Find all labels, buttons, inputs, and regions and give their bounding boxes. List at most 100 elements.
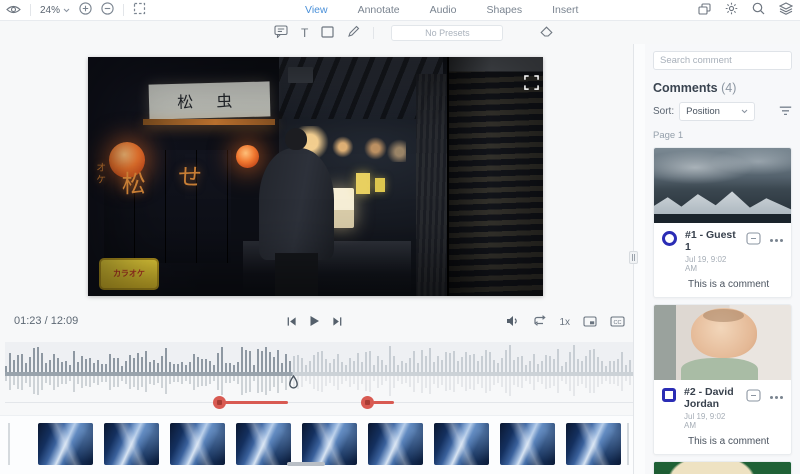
pages-button[interactable] <box>698 3 711 18</box>
rectangle-icon <box>321 26 334 41</box>
zoom-in-icon <box>79 2 92 18</box>
skip-next-button[interactable] <box>332 315 343 330</box>
comment-2-text: This is a comment <box>688 436 783 447</box>
air-conditioner <box>288 67 313 84</box>
ellipsis-icon <box>770 239 773 242</box>
zoom-level-dropdown[interactable]: 24% <box>40 5 70 16</box>
comment-1-more-button[interactable] <box>770 239 783 242</box>
video-fullscreen-button[interactable] <box>516 68 531 83</box>
loop-icon <box>532 315 546 330</box>
marquee-select-button[interactable] <box>133 2 146 18</box>
pen-tool-button[interactable] <box>347 25 360 41</box>
filmstrip-frame[interactable] <box>500 423 555 465</box>
comment-3-thumbnail[interactable] <box>654 462 791 474</box>
zoom-in-button[interactable] <box>79 2 92 18</box>
zoom-out-icon <box>101 2 114 18</box>
tab-audio[interactable]: Audio <box>430 4 457 16</box>
filmstrip-frame[interactable] <box>104 423 159 465</box>
filmstrip-frame[interactable] <box>302 423 357 465</box>
sort-select[interactable]: Position <box>679 102 755 121</box>
comment-card-1[interactable]: #1 - Guest 1 Jul 19, 9:02 AM This is a c… <box>653 147 792 298</box>
filter-button[interactable] <box>779 104 792 119</box>
eraser-tool-button[interactable] <box>540 26 553 41</box>
rectangle-tool-button[interactable] <box>321 26 334 41</box>
playhead-marker[interactable] <box>288 375 299 394</box>
captions-button[interactable]: CC <box>610 315 625 330</box>
noren-curtain: 松 せ <box>104 150 231 262</box>
text-tool-button[interactable]: T <box>301 27 308 39</box>
panel-resize-handle[interactable] <box>629 251 638 264</box>
filmstrip-frame[interactable] <box>368 423 423 465</box>
comment-card-3[interactable] <box>653 461 792 474</box>
skip-previous-button[interactable] <box>286 315 297 330</box>
filmstrip-frame[interactable] <box>170 423 225 465</box>
loop-button[interactable] <box>532 315 546 330</box>
comment-marker-track[interactable] <box>5 396 633 411</box>
cc-icon: CC <box>610 315 625 330</box>
waveform-panel[interactable] <box>5 342 633 399</box>
page-label: Page 1 <box>653 130 792 141</box>
comments-title: Comments <box>653 81 718 95</box>
video-canvas[interactable]: 松 虫 松 せ オケ カラオケ <box>88 57 543 296</box>
comment-2-reply-button[interactable] <box>746 389 761 405</box>
comment-2-more-button[interactable] <box>770 396 783 399</box>
right-shutter-door <box>447 57 543 296</box>
comment-1-thumbnail[interactable] <box>654 148 791 223</box>
settings-button[interactable] <box>725 2 738 18</box>
comment-1-info: #1 - Guest 1 Jul 19, 9:02 AM This is a c… <box>654 223 791 297</box>
comment-1-range[interactable] <box>223 401 288 404</box>
shop-sign-text: 松 虫 <box>177 88 242 114</box>
zoom-out-button[interactable] <box>101 2 114 18</box>
play-button[interactable] <box>309 315 320 330</box>
layers-button[interactable] <box>779 2 793 18</box>
noren-character-2: せ <box>177 156 203 192</box>
svg-text:CC: CC <box>613 320 621 326</box>
skip-previous-icon <box>286 315 297 330</box>
layers-icon <box>779 2 793 18</box>
walking-man-head <box>285 128 308 151</box>
sort-value: Position <box>686 106 720 117</box>
pages-icon <box>698 3 711 18</box>
shop-sign: 松 虫 <box>149 82 270 120</box>
filmstrip-frame[interactable] <box>434 423 489 465</box>
app-actions <box>698 0 793 20</box>
walking-man-body <box>259 148 334 260</box>
comment-2-marker[interactable] <box>361 396 374 409</box>
search-button[interactable] <box>752 2 765 18</box>
playback-speed-button[interactable]: 1x <box>559 317 570 328</box>
filmstrip-frame[interactable] <box>38 423 93 465</box>
tab-bar: View Annotate Audio Shapes Insert <box>305 0 578 20</box>
time-display: 01:23 / 12:09 <box>14 315 78 327</box>
comment-1-reply-button[interactable] <box>746 232 761 248</box>
comment-2-title: #2 - David Jordan <box>684 386 738 410</box>
presets-dropdown[interactable]: No Presets <box>391 25 503 41</box>
comments-count: (4) <box>721 81 736 95</box>
comments-heading: Comments (4) <box>653 81 792 95</box>
sort-row: Sort: Position <box>653 102 792 121</box>
visibility-toggle-button[interactable] <box>6 3 21 18</box>
play-icon <box>309 315 320 330</box>
comment-1-marker[interactable] <box>213 396 226 409</box>
tab-insert[interactable]: Insert <box>552 4 578 16</box>
tab-shapes[interactable]: Shapes <box>486 4 522 16</box>
comment-1-date: Jul 19, 9:02 AM <box>685 255 738 273</box>
search-comment-input[interactable] <box>653 51 792 70</box>
pip-button[interactable] <box>583 315 597 330</box>
comment-tool-button[interactable] <box>274 25 288 41</box>
view-controls: 24% <box>6 0 146 20</box>
chevron-down-icon <box>63 5 70 16</box>
skip-next-icon <box>332 315 343 330</box>
filmstrip-scrollbar[interactable] <box>287 462 325 466</box>
tab-view[interactable]: View <box>305 4 328 16</box>
filmstrip-frame[interactable] <box>236 423 291 465</box>
volume-button[interactable] <box>506 315 519 330</box>
comment-bubble-icon <box>274 25 288 41</box>
comment-2-range[interactable] <box>373 401 394 404</box>
comment-card-2[interactable]: #2 - David Jordan Jul 19, 9:02 AM This i… <box>653 304 792 455</box>
filmstrip-frame[interactable] <box>566 423 621 465</box>
sort-label: Sort: <box>653 106 674 117</box>
tab-annotate[interactable]: Annotate <box>358 4 400 16</box>
toolbar-divider <box>30 4 31 16</box>
comment-2-thumbnail[interactable] <box>654 305 791 380</box>
gear-icon <box>725 2 738 18</box>
